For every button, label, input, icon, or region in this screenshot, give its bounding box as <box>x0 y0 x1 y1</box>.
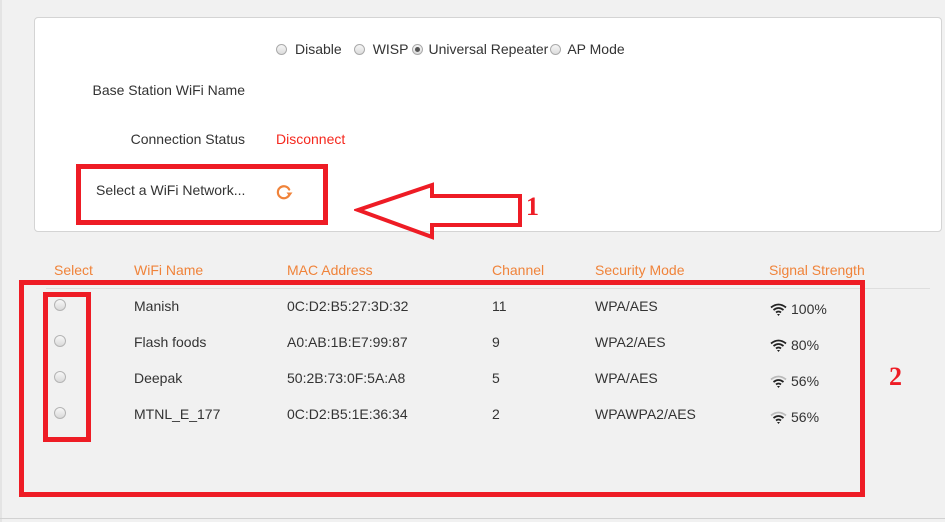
mode-label-universal-repeater: Universal Repeater <box>428 41 549 57</box>
mode-selector: Disable WISP Universal Repeater AP Mode <box>276 40 633 58</box>
annotation-number-1: 1 <box>526 192 539 221</box>
annotation-arrow-icon <box>354 182 522 240</box>
annotation-box-select-column <box>43 292 91 442</box>
mode-label-disable: Disable <box>295 41 342 57</box>
column-header-channel: Channel <box>492 262 545 278</box>
annotation-box-select-network <box>76 164 328 225</box>
annotation-number-2: 2 <box>889 362 902 391</box>
mode-label-ap-mode: AP Mode <box>567 41 625 57</box>
radio-wisp[interactable] <box>353 43 365 55</box>
annotation-box-network-list <box>19 280 865 497</box>
page-edge <box>0 0 2 522</box>
radio-disable[interactable] <box>276 43 287 55</box>
mode-option-ap-mode[interactable]: AP Mode <box>550 41 625 57</box>
column-header-mac-address: MAC Address <box>287 262 373 278</box>
mode-option-wisp[interactable]: WISP <box>353 41 409 57</box>
column-header-signal-strength: Signal Strength <box>769 262 865 278</box>
column-header-wifi-name: WiFi Name <box>134 262 204 278</box>
column-header-security-mode: Security Mode <box>595 262 685 278</box>
radio-ap-mode[interactable] <box>550 43 562 55</box>
radio-universal-repeater[interactable] <box>412 43 424 55</box>
base-station-label: Base Station WiFi Name <box>92 82 246 98</box>
connection-status-label: Connection Status <box>130 131 245 147</box>
mode-option-disable[interactable]: Disable <box>276 41 342 57</box>
column-header-select: Select <box>54 262 93 278</box>
mode-label-wisp: WISP <box>372 41 409 57</box>
connection-status-value: Disconnect <box>276 131 346 147</box>
bottom-divider <box>0 518 945 519</box>
mode-option-universal-repeater[interactable]: Universal Repeater <box>412 41 548 57</box>
